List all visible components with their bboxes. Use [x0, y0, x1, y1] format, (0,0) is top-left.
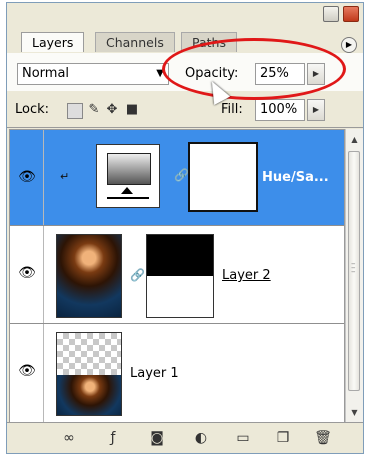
chain-link-icon[interactable]: 🔗: [174, 166, 189, 184]
panel-titlebar: [7, 3, 363, 25]
layer-row-hue-saturation[interactable]: 👁 ↵ 🔗 Hue/Sa...: [10, 130, 344, 226]
panel-menu-icon[interactable]: ▶: [341, 37, 357, 53]
layer-row-layer-1[interactable]: 👁 Layer 1: [10, 324, 344, 422]
fill-label: Fill:: [221, 102, 243, 117]
tab-channels[interactable]: Channels: [95, 32, 175, 52]
visibility-toggle[interactable]: 👁: [10, 324, 44, 422]
adjustment-icon-thumbnail: [96, 144, 160, 208]
layer-style-icon[interactable]: ƒ: [103, 429, 123, 447]
tab-paths[interactable]: Paths: [181, 32, 237, 52]
new-group-icon[interactable]: ▭: [233, 429, 253, 447]
layer-thumbnail: [56, 234, 122, 318]
scroll-down-button[interactable]: ▼: [347, 404, 362, 421]
layer-mask-thumbnail[interactable]: [146, 234, 214, 318]
visibility-toggle[interactable]: 👁: [10, 226, 44, 323]
layers-list: 👁 ↵ 🔗 Hue/Sa... 👁 🔗 Layer 2 👁 Layer 1: [9, 129, 345, 423]
layers-scrollbar[interactable]: ▲ – – – ▼: [345, 129, 363, 423]
close-button[interactable]: [343, 6, 359, 22]
lock-all-icon[interactable]: ■: [125, 103, 139, 117]
blend-mode-value: Normal: [22, 66, 70, 81]
blend-mode-select[interactable]: Normal ▼: [17, 63, 169, 85]
lock-brush-icon[interactable]: ✎: [87, 103, 101, 117]
panel-tabs: Layers Channels Paths ▶: [7, 29, 363, 53]
lock-move-icon[interactable]: ✥: [105, 103, 119, 117]
scroll-thumb[interactable]: – – –: [348, 151, 360, 391]
new-layer-icon[interactable]: ❐: [273, 429, 293, 447]
layer-thumbnail: [56, 332, 122, 416]
lock-label: Lock:: [15, 102, 50, 117]
link-layers-icon[interactable]: ∞: [59, 429, 79, 447]
chevron-down-icon: ▼: [156, 68, 164, 79]
fill-input[interactable]: 100%: [255, 99, 305, 121]
panel-bottom-toolbar: ∞ ƒ ◙ ◐ ▭ ❐ 🗑: [7, 422, 363, 453]
fill-slider-button[interactable]: ▶: [307, 99, 325, 121]
add-mask-icon[interactable]: ◙: [147, 429, 167, 447]
layer-row-layer-2[interactable]: 👁 🔗 Layer 2: [10, 226, 344, 324]
eye-icon: 👁: [18, 169, 36, 185]
opacity-slider-button[interactable]: ▶: [307, 63, 325, 85]
triangle-icon: [121, 187, 133, 194]
visibility-toggle[interactable]: 👁: [10, 130, 44, 225]
opacity-label: Opacity:: [185, 66, 239, 81]
trash-icon[interactable]: 🗑: [313, 429, 333, 447]
grip-icon: – – –: [351, 259, 356, 277]
lock-transparency-icon[interactable]: [67, 103, 83, 119]
opacity-input[interactable]: 25%: [255, 63, 305, 85]
layer-name[interactable]: Layer 2: [222, 268, 271, 283]
eye-icon: 👁: [18, 363, 36, 379]
layer-name[interactable]: Hue/Sa...: [262, 170, 329, 185]
layer-mask-thumbnail[interactable]: [188, 142, 258, 212]
histogram-icon: [107, 153, 151, 185]
lock-row: Lock: ✎ ✥ ■ Fill: 100% ▶: [7, 93, 363, 128]
clip-arrow-icon: ↵: [60, 170, 70, 183]
layer-name[interactable]: Layer 1: [130, 366, 179, 381]
layers-panel: Layers Channels Paths ▶ Normal ▼ Opacity…: [6, 2, 364, 454]
chain-link-icon[interactable]: 🔗: [130, 266, 145, 284]
tab-layers[interactable]: Layers: [21, 32, 85, 52]
eye-icon: 👁: [18, 265, 36, 281]
minimize-button[interactable]: [323, 6, 339, 22]
adjustment-layer-icon[interactable]: ◐: [191, 429, 211, 447]
scroll-up-button[interactable]: ▲: [347, 131, 362, 148]
options-row: Normal ▼ Opacity: 25% ▶: [7, 53, 363, 91]
